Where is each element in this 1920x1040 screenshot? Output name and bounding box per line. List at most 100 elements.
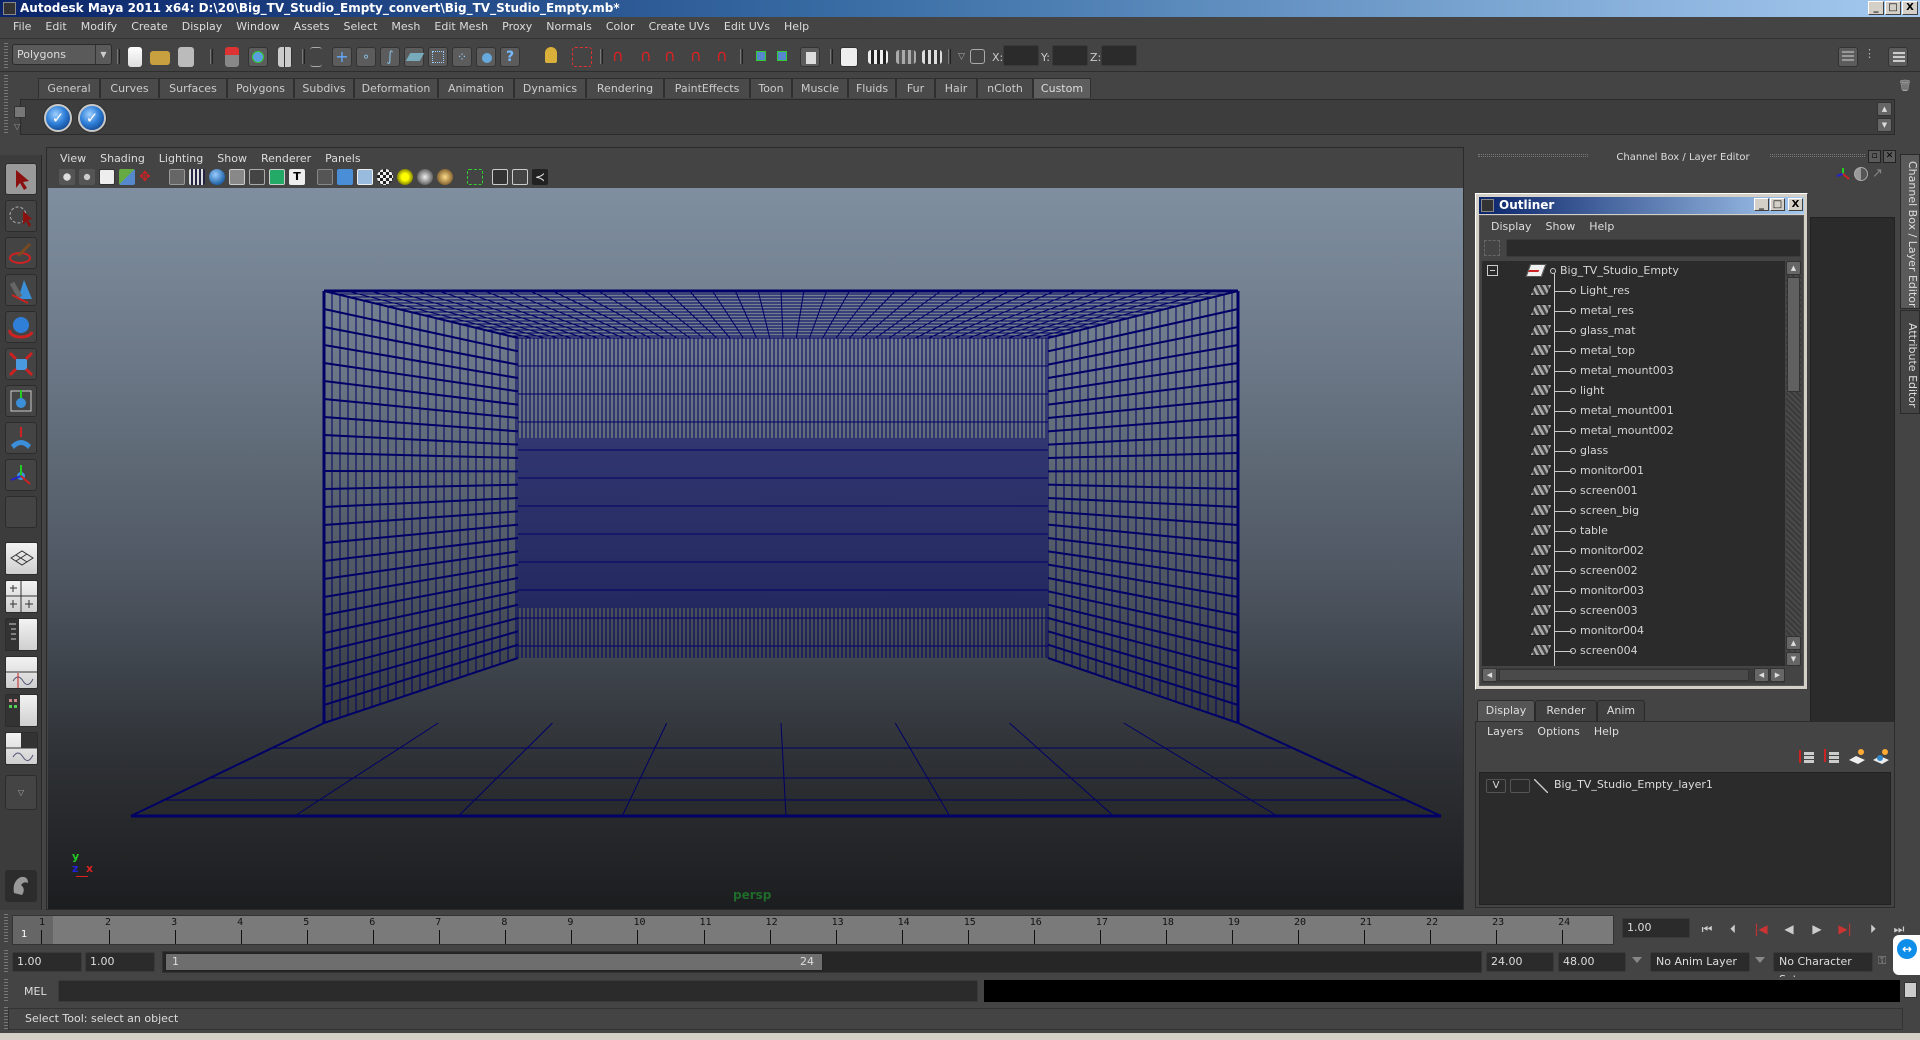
checkmark-shelf-button[interactable]: ✓ bbox=[44, 104, 72, 132]
filter-icon[interactable] bbox=[1484, 240, 1500, 256]
layer-editor-toggle-icon[interactable] bbox=[1888, 47, 1908, 67]
shelf-tab-painteffects[interactable]: PaintEffects bbox=[664, 78, 750, 98]
tree-item[interactable]: metal_mount003 bbox=[1482, 361, 1785, 381]
trash-icon[interactable]: 🗑 bbox=[1898, 79, 1912, 93]
gate-mask-icon[interactable] bbox=[229, 169, 245, 185]
select-by-object-icon[interactable] bbox=[248, 47, 268, 67]
layer-tab-anim[interactable]: Anim bbox=[1597, 700, 1645, 721]
tree-item[interactable]: glass bbox=[1482, 441, 1785, 461]
shelf-tab-dynamics[interactable]: Dynamics bbox=[514, 78, 586, 98]
construction-history-icon[interactable] bbox=[800, 47, 820, 67]
tree-item[interactable]: monitor004 bbox=[1482, 621, 1785, 641]
panel-menu-renderer[interactable]: Renderer bbox=[254, 152, 318, 165]
select-by-hierarchy-icon[interactable] bbox=[225, 47, 239, 67]
tree-item[interactable]: metal_top bbox=[1482, 341, 1785, 361]
tree-item[interactable]: Light_res bbox=[1482, 281, 1785, 301]
lock-selection-icon[interactable] bbox=[545, 47, 557, 63]
outliner-title-bar[interactable]: Outliner _ □ X bbox=[1479, 197, 1804, 214]
outliner-filter-input[interactable] bbox=[1506, 239, 1801, 257]
move-tool-button[interactable] bbox=[5, 274, 37, 306]
z-field[interactable] bbox=[1101, 45, 1137, 66]
create-empty-layer-icon[interactable] bbox=[1848, 748, 1866, 764]
resolution-gate-icon[interactable] bbox=[209, 169, 225, 185]
tree-root-item[interactable]: Big_TV_Studio_Empty bbox=[1482, 261, 1785, 281]
tree-item[interactable]: metal_mount002 bbox=[1482, 421, 1785, 441]
shelf-tab-animation[interactable]: Animation bbox=[438, 78, 514, 98]
image-plane-icon[interactable] bbox=[119, 169, 135, 185]
scroll-right-button[interactable]: ▶ bbox=[1770, 668, 1785, 682]
open-scene-icon[interactable] bbox=[150, 51, 170, 65]
field-chart-icon[interactable] bbox=[249, 169, 265, 185]
render-current-icon[interactable] bbox=[868, 50, 888, 64]
close-button[interactable]: X bbox=[1902, 1, 1918, 15]
film-gate-icon[interactable] bbox=[189, 169, 205, 185]
layer-row[interactable]: V Big_TV_Studio_Empty_layer1 bbox=[1484, 777, 1884, 795]
xray-joints-icon[interactable] bbox=[512, 169, 528, 185]
save-scene-icon[interactable] bbox=[178, 47, 194, 67]
chevron-down-icon[interactable] bbox=[1755, 957, 1765, 963]
command-language-toggle[interactable]: MEL bbox=[24, 985, 47, 998]
outliner-close-button[interactable]: X bbox=[1788, 198, 1803, 211]
four-view-layout-button[interactable] bbox=[5, 580, 38, 613]
outliner-menu-help[interactable]: Help bbox=[1582, 220, 1621, 233]
use-all-lights-icon[interactable] bbox=[397, 169, 413, 185]
high-quality-icon[interactable] bbox=[437, 169, 453, 185]
step-back-frame-button[interactable]: ⏴ bbox=[1722, 920, 1744, 938]
shelf-tab-curves[interactable]: Curves bbox=[100, 78, 159, 98]
rotate-tool-button[interactable] bbox=[5, 311, 37, 343]
menu-create[interactable]: Create bbox=[124, 17, 175, 37]
current-time-field[interactable]: 1.00 bbox=[1622, 918, 1690, 938]
minimize-button[interactable]: _ bbox=[1868, 1, 1884, 15]
animation-end-field[interactable]: 48.00 bbox=[1558, 952, 1626, 972]
collapse-toggle-icon[interactable] bbox=[1487, 265, 1498, 276]
menu-create-uvs[interactable]: Create UVs bbox=[642, 17, 717, 37]
playback-start-field[interactable]: 1.00 bbox=[85, 952, 155, 972]
select-curves-icon[interactable]: ∫ bbox=[380, 47, 400, 67]
create-layer-from-selected-icon[interactable] bbox=[1872, 748, 1890, 764]
menu-edit-mesh[interactable]: Edit Mesh bbox=[427, 17, 495, 37]
layer-tab-display[interactable]: Display bbox=[1477, 700, 1535, 721]
menu-assets[interactable]: Assets bbox=[287, 17, 337, 37]
shelf-tab-hair[interactable]: Hair bbox=[935, 78, 977, 98]
panel-menu-panels[interactable]: Panels bbox=[318, 152, 367, 165]
render-view-icon[interactable] bbox=[840, 47, 858, 67]
wireframe-on-shaded-icon[interactable] bbox=[357, 169, 373, 185]
tree-item[interactable]: screen001 bbox=[1482, 481, 1785, 501]
lasso-tool-button[interactable] bbox=[5, 200, 37, 232]
shelf-menu-icon[interactable]: ▽ bbox=[14, 122, 26, 132]
panel-menu-show[interactable]: Show bbox=[210, 152, 254, 165]
select-deformations-icon[interactable] bbox=[428, 47, 448, 67]
x-field[interactable] bbox=[1003, 45, 1039, 66]
safe-title-icon[interactable]: T bbox=[289, 169, 305, 185]
character-set-dropdown[interactable]: No Character Set bbox=[1773, 952, 1873, 986]
show-manipulator-button[interactable] bbox=[5, 459, 37, 491]
shelf-grip[interactable] bbox=[4, 75, 8, 135]
select-joints-icon[interactable]: ⚬ bbox=[356, 47, 376, 67]
tool-settings-toggle-icon[interactable]: ⋮ bbox=[1864, 47, 1884, 67]
go-to-start-button[interactable]: ⏮ bbox=[1696, 920, 1718, 938]
tree-item[interactable]: table bbox=[1482, 521, 1785, 541]
range-slider-handle[interactable]: 1 24 bbox=[165, 953, 823, 971]
menu-file[interactable]: File bbox=[6, 17, 38, 37]
scroll-down-button[interactable]: ▼ bbox=[1786, 652, 1801, 666]
shelf-tab-rendering[interactable]: Rendering bbox=[586, 78, 664, 98]
script-editor-icon[interactable] bbox=[1904, 982, 1917, 998]
shelf-tab-ncloth[interactable]: nCloth bbox=[977, 78, 1033, 98]
textured-icon[interactable] bbox=[377, 169, 393, 185]
shelf-tab-deformation[interactable]: Deformation bbox=[354, 78, 438, 98]
grid-toggle-icon[interactable] bbox=[169, 169, 185, 185]
move-layer-up-icon[interactable] bbox=[1798, 748, 1816, 764]
step-back-key-button[interactable]: |◀ bbox=[1750, 920, 1772, 938]
scale-tool-button[interactable] bbox=[5, 348, 37, 380]
tree-item[interactable]: monitor003 bbox=[1482, 581, 1785, 601]
xray-components-icon[interactable]: ≺ bbox=[532, 169, 548, 185]
new-scene-icon[interactable] bbox=[128, 47, 142, 67]
pick-walk-arrow-icon[interactable]: ↗ bbox=[1872, 167, 1886, 181]
outliner-menu-display[interactable]: Display bbox=[1484, 220, 1539, 233]
2d-pan-zoom-icon[interactable]: ✥ bbox=[139, 169, 155, 185]
mask-menu-icon[interactable] bbox=[310, 47, 322, 67]
isolate-select-icon[interactable] bbox=[467, 169, 483, 185]
select-tool-button[interactable] bbox=[5, 163, 37, 195]
ipr-render-icon[interactable] bbox=[896, 50, 916, 64]
single-perspective-layout-button[interactable] bbox=[5, 542, 38, 575]
